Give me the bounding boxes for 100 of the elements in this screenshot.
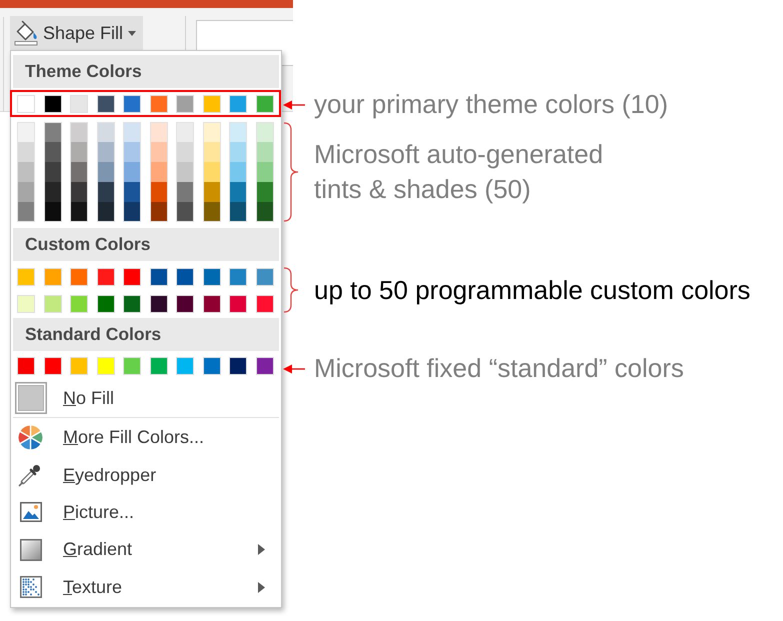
color-swatch[interactable] bbox=[17, 142, 35, 162]
color-swatch[interactable] bbox=[256, 295, 274, 313]
color-swatch[interactable] bbox=[176, 182, 194, 202]
color-swatch[interactable] bbox=[176, 162, 194, 182]
color-swatch[interactable] bbox=[96, 357, 115, 375]
color-swatch[interactable] bbox=[202, 268, 221, 286]
color-swatch[interactable] bbox=[229, 142, 248, 162]
color-swatch[interactable] bbox=[229, 182, 248, 202]
color-swatch[interactable] bbox=[202, 357, 221, 375]
color-swatch[interactable] bbox=[150, 162, 168, 182]
color-swatch[interactable] bbox=[150, 122, 168, 142]
color-swatch[interactable] bbox=[17, 122, 35, 142]
color-swatch[interactable] bbox=[202, 202, 221, 222]
color-swatch[interactable] bbox=[70, 162, 88, 182]
color-swatch[interactable] bbox=[150, 268, 168, 286]
color-swatch[interactable] bbox=[96, 268, 115, 286]
color-swatch[interactable] bbox=[150, 142, 168, 162]
color-swatch[interactable] bbox=[150, 182, 168, 202]
color-swatch[interactable] bbox=[44, 142, 62, 162]
color-swatch[interactable] bbox=[256, 162, 274, 182]
color-swatch[interactable] bbox=[70, 295, 88, 313]
annotation-text: Microsoft auto-generated tints & shades (50) bbox=[314, 138, 604, 206]
color-swatch[interactable] bbox=[202, 162, 221, 182]
pointer-arrow bbox=[283, 98, 305, 110]
color-swatch[interactable] bbox=[256, 268, 274, 286]
color-swatch[interactable] bbox=[70, 142, 88, 162]
gradient-icon bbox=[20, 538, 42, 561]
menu-item[interactable]: Eyedropper bbox=[13, 456, 279, 494]
menu-item[interactable]: Texture bbox=[13, 568, 279, 606]
color-swatch[interactable] bbox=[202, 95, 221, 113]
color-swatch[interactable] bbox=[229, 268, 248, 286]
color-swatch[interactable] bbox=[70, 122, 88, 142]
color-swatch[interactable] bbox=[229, 357, 248, 375]
color-swatch[interactable] bbox=[44, 95, 62, 113]
color-swatch[interactable] bbox=[123, 202, 142, 222]
color-swatch[interactable] bbox=[123, 95, 142, 113]
color-swatch[interactable] bbox=[150, 295, 168, 313]
color-swatch[interactable] bbox=[123, 357, 142, 375]
menu-item[interactable]: Gradient bbox=[13, 531, 279, 569]
color-swatch[interactable] bbox=[202, 142, 221, 162]
color-swatch[interactable] bbox=[150, 357, 168, 375]
color-swatch[interactable] bbox=[256, 95, 274, 113]
color-swatch[interactable] bbox=[176, 202, 194, 222]
color-swatch[interactable] bbox=[123, 162, 142, 182]
color-swatch[interactable] bbox=[70, 202, 88, 222]
color-swatch[interactable] bbox=[44, 268, 62, 286]
color-swatch[interactable] bbox=[96, 182, 115, 202]
color-swatch[interactable] bbox=[44, 182, 62, 202]
color-swatch[interactable] bbox=[70, 357, 88, 375]
color-swatch[interactable] bbox=[17, 295, 35, 313]
color-swatch[interactable] bbox=[96, 162, 115, 182]
color-swatch[interactable] bbox=[44, 357, 62, 375]
color-swatch[interactable] bbox=[44, 162, 62, 182]
color-swatch[interactable] bbox=[229, 202, 248, 222]
color-swatch[interactable] bbox=[70, 268, 88, 286]
color-swatch[interactable] bbox=[256, 357, 274, 375]
shape-fill-button[interactable]: Shape Fill bbox=[10, 16, 143, 50]
color-swatch[interactable] bbox=[202, 182, 221, 202]
color-swatch[interactable] bbox=[44, 295, 62, 313]
color-swatch[interactable] bbox=[256, 122, 274, 142]
color-swatch[interactable] bbox=[17, 357, 35, 375]
color-swatch[interactable] bbox=[176, 295, 194, 313]
color-swatch[interactable] bbox=[123, 268, 142, 286]
color-swatch[interactable] bbox=[44, 122, 62, 142]
color-swatch[interactable] bbox=[256, 142, 274, 162]
color-swatch[interactable] bbox=[96, 202, 115, 222]
color-swatch[interactable] bbox=[229, 122, 248, 142]
color-swatch[interactable] bbox=[256, 202, 274, 222]
color-swatch[interactable] bbox=[123, 182, 142, 202]
color-swatch[interactable] bbox=[229, 162, 248, 182]
color-swatch[interactable] bbox=[123, 295, 142, 313]
color-swatch[interactable] bbox=[202, 122, 221, 142]
color-swatch[interactable] bbox=[229, 295, 248, 313]
color-swatch[interactable] bbox=[70, 182, 88, 202]
color-swatch[interactable] bbox=[96, 95, 115, 113]
menu-item[interactable]: More Fill Colors... bbox=[13, 419, 279, 456]
color-swatch[interactable] bbox=[202, 295, 221, 313]
color-swatch[interactable] bbox=[150, 95, 168, 113]
menu-item[interactable]: No Fill bbox=[13, 379, 279, 417]
color-swatch[interactable] bbox=[150, 202, 168, 222]
color-swatch[interactable] bbox=[70, 95, 88, 113]
color-swatch[interactable] bbox=[256, 182, 274, 202]
color-swatch[interactable] bbox=[176, 122, 194, 142]
color-swatch[interactable] bbox=[176, 268, 194, 286]
color-swatch[interactable] bbox=[176, 142, 194, 162]
color-swatch[interactable] bbox=[123, 122, 142, 142]
color-swatch[interactable] bbox=[176, 357, 194, 375]
color-swatch[interactable] bbox=[96, 142, 115, 162]
color-swatch[interactable] bbox=[17, 95, 35, 113]
color-swatch[interactable] bbox=[17, 202, 35, 222]
color-swatch[interactable] bbox=[123, 142, 142, 162]
color-swatch[interactable] bbox=[96, 295, 115, 313]
color-swatch[interactable] bbox=[17, 182, 35, 202]
color-swatch[interactable] bbox=[44, 202, 62, 222]
color-swatch[interactable] bbox=[17, 268, 35, 286]
color-swatch[interactable] bbox=[96, 122, 115, 142]
color-swatch[interactable] bbox=[229, 95, 248, 113]
color-swatch[interactable] bbox=[17, 162, 35, 182]
menu-item[interactable]: Picture... bbox=[13, 494, 279, 532]
color-swatch[interactable] bbox=[176, 95, 194, 113]
